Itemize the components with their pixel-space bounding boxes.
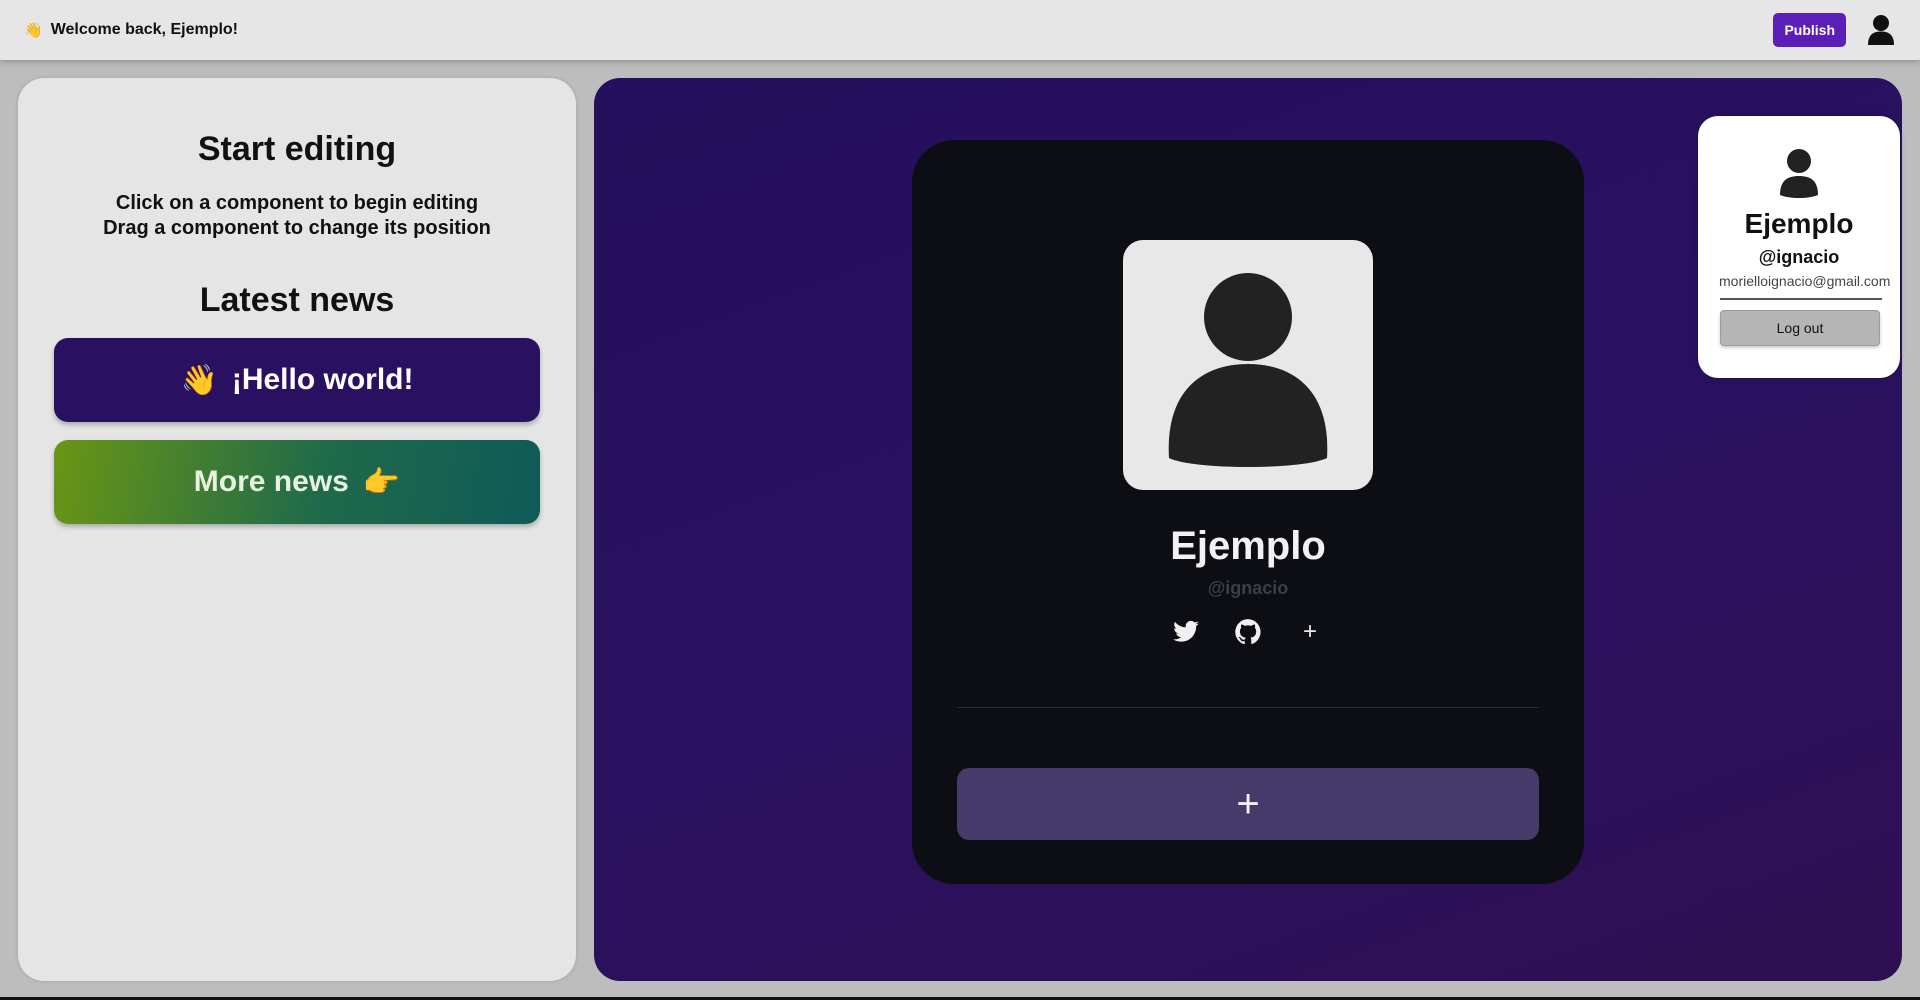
user-avatar-icon — [1168, 265, 1328, 467]
wave-emoji: 👋 — [180, 363, 218, 397]
social-links: + — [912, 618, 1584, 646]
account-email: morielloignacio@gmail.com — [1719, 273, 1891, 289]
news-hello-world-label: ¡Hello world! — [231, 363, 414, 396]
twitter-icon[interactable] — [1172, 618, 1200, 646]
pointing-right-emoji: 👉 — [362, 465, 401, 499]
latest-news-title: Latest news — [199, 281, 395, 319]
profile-avatar[interactable] — [1123, 240, 1373, 490]
preview-stage: Ejemplo @ignacio + + Ejemplo @ignacio mo… — [594, 78, 1902, 981]
start-editing-title: Start editing — [197, 130, 397, 168]
more-news-button[interactable]: More news 👉 — [54, 440, 540, 524]
welcome-text: Welcome back, Ejemplo! — [50, 21, 239, 38]
profile-name[interactable]: Ejemplo — [912, 524, 1584, 569]
instruction-drag: Drag a component to change its position — [103, 217, 491, 239]
card-divider — [957, 707, 1539, 708]
account-menu: Ejemplo @ignacio morielloignacio@gmail.c… — [1698, 116, 1900, 378]
github-icon[interactable] — [1234, 618, 1262, 646]
user-avatar-icon[interactable] — [1866, 14, 1896, 46]
publish-button[interactable]: Publish — [1773, 13, 1846, 47]
top-bar-actions: Publish — [1773, 13, 1896, 47]
editor-sidebar: Start editing Click on a component to be… — [18, 78, 576, 981]
account-handle: @ignacio — [1758, 247, 1840, 267]
wave-emoji: 👋 — [24, 22, 43, 39]
more-news-label: More news — [193, 465, 349, 498]
top-bar: 👋 Welcome back, Ejemplo! Publish — [0, 0, 1920, 60]
add-social-button[interactable]: + — [1296, 618, 1324, 646]
logout-button[interactable]: Log out — [1720, 310, 1880, 346]
user-avatar-icon — [1780, 148, 1818, 198]
add-component-button[interactable]: + — [957, 768, 1539, 840]
profile-card[interactable]: Ejemplo @ignacio + + — [912, 140, 1584, 884]
account-divider — [1720, 298, 1882, 300]
welcome-message: 👋 Welcome back, Ejemplo! — [24, 21, 238, 39]
editing-instructions: Click on a component to begin editing Dr… — [18, 191, 576, 241]
profile-handle[interactable]: @ignacio — [912, 578, 1584, 599]
account-name: Ejemplo — [1744, 208, 1854, 239]
instruction-click: Click on a component to begin editing — [115, 192, 479, 214]
news-hello-world-button[interactable]: 👋 ¡Hello world! — [54, 338, 540, 422]
